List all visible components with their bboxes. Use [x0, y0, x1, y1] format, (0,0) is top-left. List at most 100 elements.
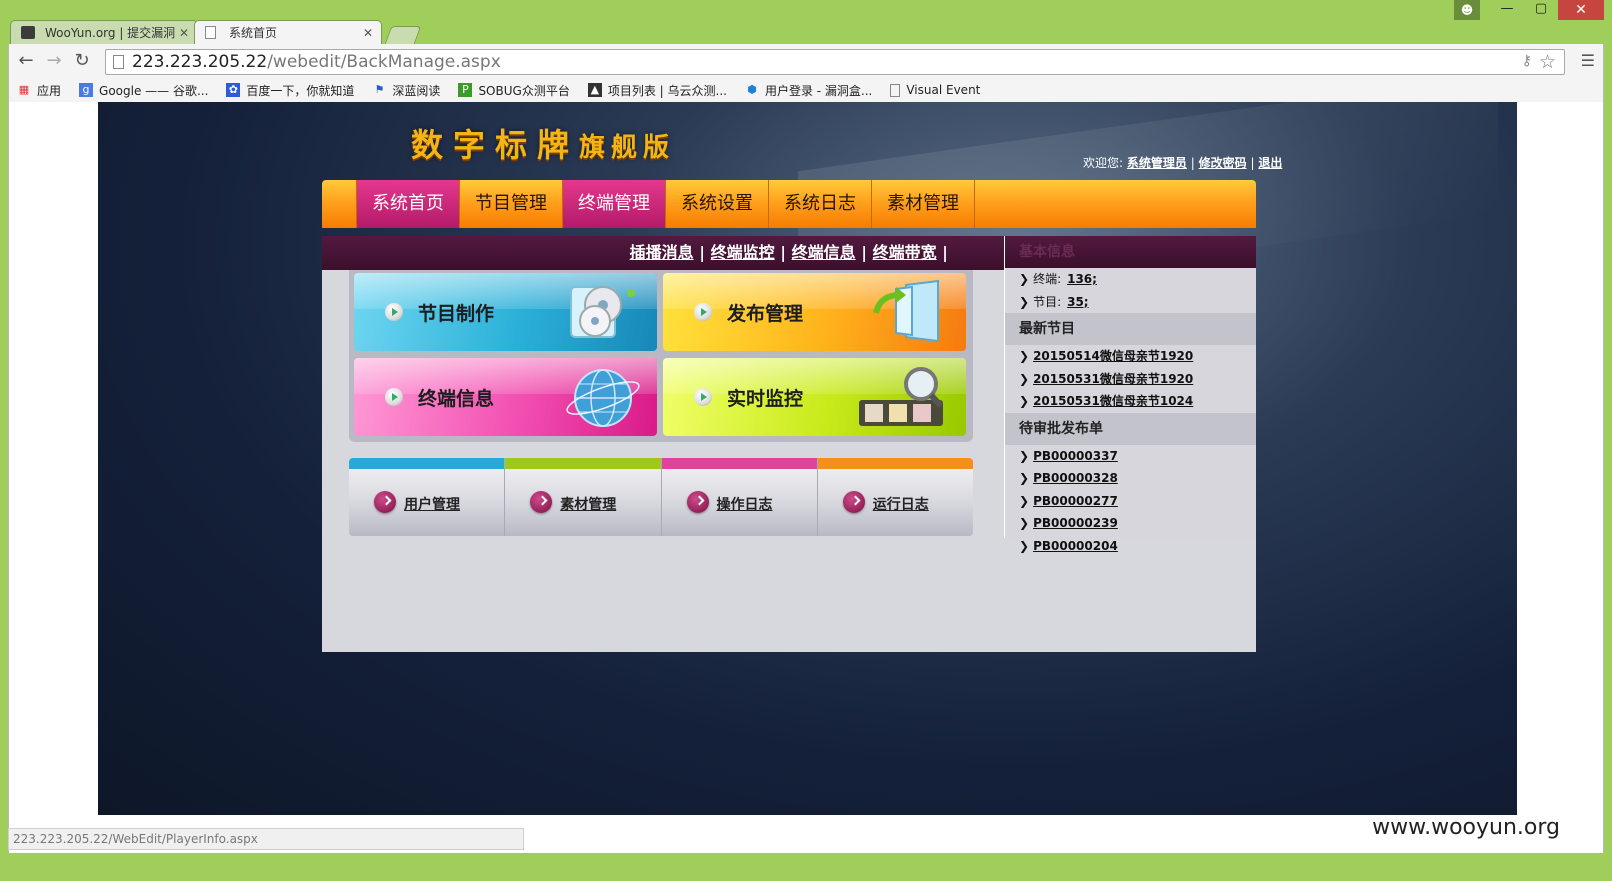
- nav-system-log[interactable]: 系统日志: [769, 180, 872, 228]
- chevron-circle-icon: [374, 491, 396, 513]
- browser-window: ☻ — ▢ ✕ WooYun.org | 提交漏洞 ✕ 系统首页 ✕ ← → ↻…: [0, 0, 1612, 881]
- bookmark-label: Google —— 谷歌...: [99, 83, 209, 98]
- logo-sub: 旗舰版: [579, 133, 676, 163]
- tile-realtime-monitor[interactable]: 实时监控: [663, 358, 966, 436]
- latest-program-link[interactable]: 20150531微信母亲节1920: [1033, 372, 1193, 386]
- bookmark-label: 百度一下，你就知道: [246, 83, 355, 98]
- profile-icon[interactable]: ☻: [1454, 0, 1480, 20]
- bookmark-label: Visual Event: [906, 83, 981, 97]
- bookmark-flag-icon: ⚑: [374, 83, 385, 96]
- pending-link[interactable]: PB00000239: [1033, 516, 1118, 530]
- bookmark-star-icon[interactable]: ☆: [1539, 50, 1556, 74]
- apps-grid-icon: ▦: [18, 83, 30, 96]
- separator: |: [1250, 156, 1255, 170]
- chevron-circle-icon: [686, 491, 709, 513]
- nav-system-settings[interactable]: 系统设置: [666, 180, 769, 228]
- tab-close-icon[interactable]: ✕: [179, 21, 189, 44]
- subnav-terminal-monitor[interactable]: 终端监控: [711, 243, 775, 262]
- stat-value[interactable]: 136;: [1067, 272, 1097, 286]
- nav-terminal-management[interactable]: 终端管理: [563, 180, 666, 228]
- minimize-button[interactable]: —: [1490, 0, 1524, 20]
- tab-close-icon[interactable]: ✕: [363, 21, 373, 44]
- latest-program-item: ❯ 20150531微信母亲节1024: [1019, 394, 1194, 408]
- url-host: 223.223.205.22: [132, 52, 268, 72]
- pending-item: ❯ PB00000328: [1019, 471, 1118, 485]
- nav-material-management[interactable]: 素材管理: [872, 180, 975, 228]
- tile-publish-management[interactable]: 发布管理: [663, 273, 966, 351]
- address-bar[interactable]: 223.223.205.22/webedit/BackManage.aspx ⚷…: [105, 49, 1565, 75]
- stat-label: 节目:: [1033, 294, 1062, 309]
- disc-icon: [570, 286, 635, 338]
- latest-program-link[interactable]: 20150531微信母亲节1024: [1033, 394, 1193, 408]
- key-icon[interactable]: ⚷: [1522, 53, 1532, 69]
- arrow-bullet-icon: [694, 303, 712, 321]
- bookmark-baidu[interactable]: ✿ 百度一下，你就知道: [226, 82, 354, 99]
- page-favicon-icon: [205, 26, 216, 39]
- quick-label: 运行日志: [872, 497, 929, 513]
- pending-item: ❯ PB00000277: [1019, 493, 1118, 508]
- stat-programs: ❯ 节目: 35;: [1019, 294, 1089, 309]
- bookmark-google[interactable]: g Google —— 谷歌...: [79, 82, 208, 99]
- bookmark-sobug[interactable]: P SOBUG众测平台: [458, 82, 570, 99]
- new-tab-button[interactable]: [384, 26, 422, 44]
- quick-material-management[interactable]: 素材管理: [505, 458, 662, 536]
- reload-icon[interactable]: ↻: [71, 50, 93, 72]
- quick-run-log[interactable]: 运行日志: [817, 458, 973, 536]
- bookmark-label: 深蓝阅读: [392, 83, 441, 98]
- pending-link[interactable]: PB00000337: [1033, 449, 1118, 463]
- pending-item: ❯ PB00000239: [1019, 516, 1118, 530]
- bookmark-visual-event[interactable]: Visual Event: [890, 83, 980, 97]
- latest-program-link[interactable]: 20150514微信母亲节1920: [1033, 349, 1193, 363]
- subnav-insert-message[interactable]: 插播消息: [630, 243, 694, 262]
- tab-title: WooYun.org | 提交漏洞: [45, 26, 176, 40]
- tab-wooyun[interactable]: WooYun.org | 提交漏洞 ✕: [10, 20, 198, 44]
- username-link[interactable]: 系统管理员: [1127, 156, 1187, 170]
- stat-value[interactable]: 35;: [1067, 295, 1089, 309]
- tile-label: 实时监控: [727, 388, 804, 410]
- nav-program-management[interactable]: 节目管理: [460, 180, 563, 228]
- bookmark-wooyun-projects[interactable]: ▲ 项目列表 | 乌云众测...: [587, 82, 727, 99]
- subnav-terminal-info[interactable]: 终端信息: [792, 243, 856, 262]
- latest-program-item: ❯ 20150531微信母亲节1920: [1019, 371, 1194, 386]
- close-window-button[interactable]: ✕: [1558, 0, 1604, 20]
- pending-approval-heading: 待审批发布单: [1005, 412, 1256, 445]
- bookmarks-bar: ▦ 应用 g Google —— 谷歌... ✿ 百度一下，你就知道 ⚑ 深蓝阅读 PS…: [8, 78, 1604, 102]
- window-controls: ☻ — ▢ ✕: [1454, 0, 1604, 22]
- bookmark-shenlan[interactable]: ⚑ 深蓝阅读: [372, 82, 440, 99]
- forward-arrow-icon[interactable]: →: [43, 50, 65, 72]
- latest-program-item: ❯ 20150514微信母亲节1920: [1019, 349, 1194, 363]
- bookmark-apps[interactable]: ▦ 应用: [17, 82, 61, 99]
- app-logo: 数字标牌旗舰版: [411, 120, 675, 166]
- wooyun-favicon-icon: [21, 26, 35, 39]
- quick-operation-log[interactable]: 操作日志: [661, 458, 818, 536]
- back-arrow-icon[interactable]: ←: [15, 50, 37, 72]
- pending-link[interactable]: PB00000277: [1033, 494, 1118, 508]
- logout-link[interactable]: 退出: [1258, 156, 1282, 170]
- tile-label: 节目制作: [418, 303, 495, 325]
- pending-link[interactable]: PB00000204: [1033, 539, 1118, 553]
- quick-links: 用户管理 素材管理 操作日志 运行日志: [349, 458, 973, 536]
- feature-tiles: 节目制作 发布管理 终端信息 实时监控: [349, 270, 973, 442]
- vulbox-hex-icon: ⬢: [747, 83, 757, 96]
- tile-terminal-info[interactable]: 终端信息: [354, 358, 657, 436]
- color-bar: [505, 458, 661, 469]
- quick-label: 操作日志: [716, 497, 773, 513]
- pending-item: ❯ PB00000204: [1019, 538, 1118, 553]
- nav-system-home[interactable]: 系统首页: [356, 180, 460, 228]
- quick-user-management[interactable]: 用户管理: [349, 458, 506, 536]
- pending-link[interactable]: PB00000328: [1033, 471, 1118, 485]
- change-password-link[interactable]: 修改密码: [1199, 156, 1247, 170]
- sub-nav: 插播消息 | 终端监控 | 终端信息 | 终端带宽 |: [322, 236, 1004, 270]
- chrome-menu-icon[interactable]: ☰: [1581, 51, 1595, 70]
- page-background: 数字标牌旗舰版 欢迎您: 系统管理员 | 修改密码 | 退出 系统首页 节目管理…: [98, 102, 1517, 815]
- baidu-paw-icon: ✿: [226, 83, 241, 97]
- bookmark-vulbox[interactable]: ⬢ 用户登录 - 漏洞盒...: [745, 82, 872, 99]
- tab-system-home[interactable]: 系统首页 ✕: [194, 20, 382, 44]
- bookmark-label: 用户登录 - 漏洞盒...: [764, 83, 873, 98]
- page-icon: [113, 55, 124, 69]
- subnav-terminal-bandwidth[interactable]: 终端带宽: [873, 243, 937, 262]
- tile-program-production[interactable]: 节目制作: [354, 273, 657, 351]
- maximize-button[interactable]: ▢: [1524, 0, 1558, 20]
- google-icon: g: [79, 83, 94, 97]
- url-text[interactable]: 223.223.205.22/webedit/BackManage.aspx: [132, 50, 501, 74]
